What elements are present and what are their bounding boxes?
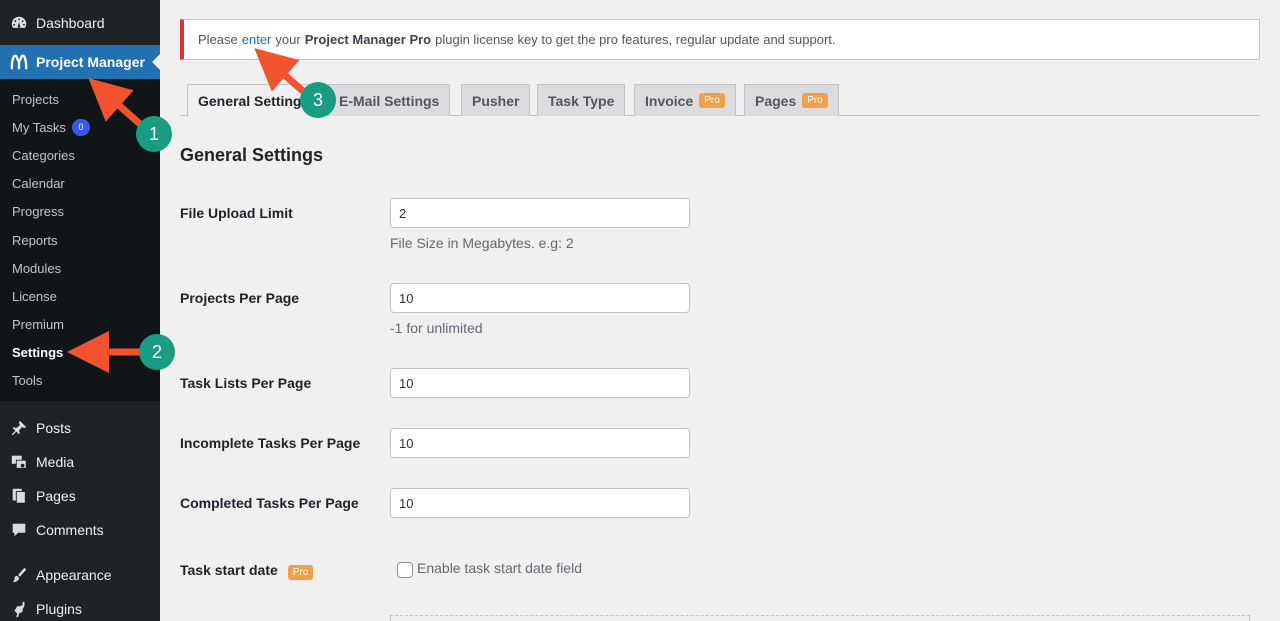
projects-per-page-input[interactable] [390, 283, 690, 313]
pro-badge: Pro [699, 93, 725, 108]
task-start-date-text: Task start date [180, 562, 278, 578]
submenu-label: Categories [12, 147, 75, 163]
tab-label: Pusher [472, 92, 520, 109]
submenu-item-settings[interactable]: Settings [0, 339, 160, 367]
file-upload-limit-input[interactable] [390, 198, 690, 228]
notice-text-after: plugin license key to get the pro featur… [435, 32, 836, 47]
submenu-item-calendar[interactable]: Calendar [0, 170, 160, 198]
tab-email-settings[interactable]: E-Mail Settings [328, 84, 451, 116]
submenu-item-projects[interactable]: Projects [0, 85, 160, 113]
pushpin-icon [10, 419, 28, 437]
tab-label: E-Mail Settings [339, 92, 440, 109]
main-menu: Posts Media Pages Comments Appearance Pl… [0, 411, 160, 621]
submenu-item-license[interactable]: License [0, 282, 160, 310]
menu-label: Appearance [36, 567, 112, 583]
menu-appearance[interactable]: Appearance [0, 558, 160, 592]
submenu-label: Reports [12, 232, 58, 248]
notice-enter-link[interactable]: enter [242, 32, 272, 47]
submenu-label: Premium [12, 317, 65, 333]
step-2-marker: 2 [139, 334, 175, 370]
notice-text-middle: your [275, 32, 301, 47]
menu-dashboard-label: Dashboard [36, 14, 105, 31]
task-lists-per-page-input[interactable] [390, 368, 690, 398]
submenu-label: Progress [12, 204, 65, 220]
completed-tasks-per-page-label: Completed Tasks Per Page [180, 495, 359, 511]
enable-task-start-date-checkbox[interactable] [397, 562, 413, 578]
submenu-item-tools[interactable]: Tools [0, 367, 160, 395]
task-start-date-label: Task start date Pro [180, 562, 314, 580]
file-upload-limit-label: File Upload Limit [180, 205, 293, 221]
submenu-label: Settings [12, 345, 64, 361]
step-3-marker: 3 [300, 82, 336, 118]
license-notice: Please enter your Project Manager Pro pl… [180, 19, 1260, 60]
tab-label: Invoice [645, 92, 694, 109]
tab-label: Pages [755, 92, 797, 109]
menu-label: Comments [36, 522, 104, 538]
submenu-label: License [12, 288, 57, 304]
notice-product-name: Project Manager Pro [304, 32, 432, 47]
paintbrush-icon [10, 566, 28, 584]
submenu-item-progress[interactable]: Progress [0, 198, 160, 226]
comment-icon [10, 521, 28, 539]
menu-pages[interactable]: Pages [0, 479, 160, 513]
dashed-section-box [390, 615, 1250, 621]
projects-per-page-description: -1 for unlimited [390, 320, 483, 336]
settings-tabs: General Settings E-Mail Settings Pusher … [180, 84, 1260, 117]
page-title: General Settings [180, 145, 324, 165]
tab-pages[interactable]: Pages Pro [744, 84, 839, 116]
admin-sidebar: Dashboard Project Manager Projects My Ta… [0, 0, 160, 621]
submenu-label: Modules [12, 260, 62, 276]
media-icon [10, 453, 28, 471]
menu-dashboard[interactable]: Dashboard [0, 0, 160, 45]
submenu-label: Projects [12, 91, 59, 107]
tab-invoice[interactable]: Invoice Pro [634, 84, 736, 116]
file-upload-limit-description: File Size in Megabytes. e.g: 2 [390, 235, 574, 251]
menu-comments[interactable]: Comments [0, 513, 160, 547]
submenu-label: Tools [12, 373, 43, 389]
submenu-item-modules[interactable]: Modules [0, 254, 160, 282]
submenu-item-premium[interactable]: Premium [0, 311, 160, 339]
notice-text-before: Please [198, 32, 238, 47]
projects-per-page-label: Projects Per Page [180, 290, 300, 306]
enable-task-start-date-label[interactable]: Enable task start date field [417, 560, 582, 576]
submenu-item-reports[interactable]: Reports [0, 226, 160, 254]
my-tasks-count-badge: 0 [71, 118, 90, 136]
tab-task-type[interactable]: Task Type [537, 84, 626, 116]
menu-project-manager-label: Project Manager [36, 54, 145, 70]
pages-icon [10, 487, 28, 505]
menu-posts[interactable]: Posts [0, 411, 160, 445]
menu-project-manager[interactable]: Project Manager [0, 45, 160, 79]
pro-badge: Pro [802, 93, 828, 108]
project-manager-logo-icon [10, 53, 28, 71]
menu-label: Posts [36, 420, 72, 436]
menu-media[interactable]: Media [0, 445, 160, 479]
incomplete-tasks-per-page-label: Incomplete Tasks Per Page [180, 435, 361, 451]
submenu-label: Calendar [12, 176, 65, 192]
task-lists-per-page-label: Task Lists Per Page [180, 375, 312, 391]
completed-tasks-per-page-input[interactable] [390, 488, 690, 518]
menu-label: Pages [36, 488, 76, 504]
incomplete-tasks-per-page-input[interactable] [390, 428, 690, 458]
menu-label: Media [36, 454, 75, 470]
pro-badge: Pro [287, 565, 314, 580]
plugin-icon [10, 600, 28, 618]
tab-label: General Settings [198, 93, 310, 109]
menu-label: Plugins [36, 601, 82, 617]
submenu-label: My Tasks [12, 119, 66, 135]
submenu-item-categories[interactable]: Categories [0, 141, 160, 169]
step-1-marker: 1 [136, 116, 172, 152]
menu-plugins[interactable]: Plugins [0, 592, 160, 621]
dashboard-icon [10, 14, 28, 32]
tab-label: Task Type [548, 92, 615, 109]
tab-pusher[interactable]: Pusher [461, 84, 531, 116]
